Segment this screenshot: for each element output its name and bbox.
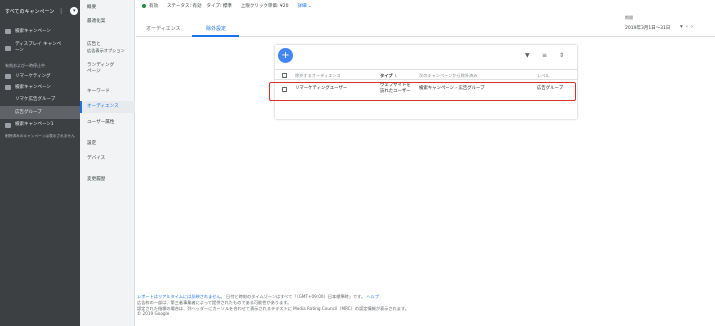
type-label: タイプ: 標準 [206, 3, 232, 9]
add-exclusion-button[interactable]: + [278, 48, 293, 63]
expand-icon[interactable]: ⇕ [559, 52, 564, 59]
nav-overview[interactable]: 概要 [80, 5, 135, 11]
more-vert-icon[interactable]: ⋮ [58, 8, 64, 15]
nav-recommendations[interactable]: 最適化案 [80, 19, 135, 25]
sidebar-item-label: 検索キャンペーン [15, 84, 51, 90]
page-footer: レポートはリアルタイムには反映されません。 日付と時刻のタイムゾーンはすべて「（… [137, 294, 697, 317]
sidebar-item-search-campaign-2[interactable]: 検索キャンペーン [0, 82, 80, 93]
filter-icon[interactable]: ▼ [525, 52, 530, 59]
nav-change-history[interactable]: 変更履歴 [80, 177, 135, 183]
sidebar-item-search-campaign-1[interactable]: 検索キャンペーン1 [0, 119, 80, 131]
select-all-checkbox[interactable] [282, 73, 287, 78]
status-label: ステータス: 有効 [167, 3, 202, 9]
sidebar-item-search-campaign[interactable]: 検索キャンペーン [0, 26, 80, 37]
details-link[interactable]: 詳細 ⌄ [297, 3, 311, 9]
status-bar: 有効 ステータス: 有効 タイプ: 標準 上限クリック単価: ¥20 詳細 ⌄ [136, 0, 715, 11]
row-highlight-box [269, 82, 576, 101]
tab-audience[interactable]: オーディエンス [146, 25, 181, 32]
col-level[interactable]: レベル [537, 73, 550, 79]
sidebar-item-label: 広告グループ [15, 109, 42, 115]
col-level-info[interactable]: 次のキャンペーンから除外済み [419, 73, 477, 79]
col-type[interactable]: タイプ ⇂ [380, 73, 398, 79]
bid-label: 上限クリック単価: ¥20 [240, 3, 289, 9]
page-nav: 概要 最適化案 広告と 広告表示オプション ランディング ページ キーワード オ… [80, 0, 135, 326]
help-link[interactable]: ヘルプ [366, 294, 379, 299]
sort-icon: ⇂ [394, 73, 398, 78]
period-label: 期間 [625, 15, 633, 20]
sidebar-item-remarketing[interactable]: リマーケティング [0, 71, 80, 82]
nav-audience[interactable]: オーディエンス [80, 101, 135, 113]
col-excluded-audience[interactable]: 除外するオーディエンス [295, 73, 341, 79]
all-campaigns-label: すべてのキャンペーン [5, 8, 55, 15]
sidebar-item-remarketing-adgroup[interactable]: リマケ広告グループ [0, 93, 80, 106]
search-campaign-icon [5, 29, 11, 34]
sidebar-item-label: 検索キャンペーン1 [15, 122, 54, 127]
sidebar-section-active: 有効および一時停止中 [5, 62, 45, 68]
table-header: 除外するオーディエンス タイプ ⇂ 次のキャンペーンから除外済み レベル [275, 69, 577, 80]
col-type-label: タイプ [380, 73, 393, 78]
sidebar-item-display-campaign[interactable]: ディスプレイ キャンペーン [0, 41, 80, 55]
status-dot-icon [142, 3, 146, 8]
campaign-icon [5, 74, 11, 79]
active-tab-indicator [192, 35, 239, 37]
next-period-icon[interactable]: › [691, 24, 696, 30]
copyright: © 2019 Google [137, 311, 170, 317]
realtime-note-link[interactable]: レポートはリアルタイムには反映されません。 [137, 294, 225, 299]
details-label: 詳細 [297, 3, 307, 9]
plus-icon: + [281, 50, 290, 61]
all-campaigns-header[interactable]: すべてのキャンペーン ⋮ ▾ [0, 0, 80, 22]
sidebar-item-label: リマケ広告グループ [15, 96, 56, 102]
tab-exclusion[interactable]: 除外設定 [206, 25, 226, 32]
display-campaign-icon [5, 45, 11, 51]
date-range-picker[interactable]: 2019年3月1日～31日 [625, 25, 670, 31]
campaign-sidebar: すべてのキャンペーン ⋮ ▾ 検索キャンペーン ディスプレイ キャンペーン 有効… [0, 0, 80, 326]
nav-landing-line2[interactable]: ページ [80, 69, 135, 75]
nav-keywords[interactable]: キーワード [80, 89, 135, 95]
status-value: 有効 [149, 3, 158, 9]
tab-strip: オーディエンス 除外設定 期間 2019年3月1日～31日 ▾‹› [136, 11, 715, 37]
sidebar-item-label: ディスプレイ キャンペーン [15, 42, 62, 53]
chevron-down-icon[interactable]: ▾ [70, 7, 79, 15]
nav-demographics[interactable]: ユーザー属性 [80, 120, 135, 126]
columns-icon[interactable]: ≡ [542, 52, 547, 59]
nav-settings[interactable]: 設定 [80, 141, 135, 147]
campaign-icon [5, 122, 11, 128]
nav-devices[interactable]: デバイス [80, 156, 135, 162]
timezone-note: 日付と時刻のタイムゾーンはすべて「（GMT+09:00）日本標準時」です。 [226, 294, 366, 299]
sidebar-item-label: 検索キャンペーン [15, 28, 51, 34]
date-nav: ▾‹› [680, 24, 696, 30]
sidebar-section-removed: 削除済みのキャンペーンは表示されません [5, 134, 75, 138]
campaign-icon [5, 85, 11, 90]
nav-ads-line2[interactable]: 広告表示オプション [80, 48, 135, 54]
chevron-down-icon: ⌄ [307, 3, 312, 9]
sidebar-item-adgroup[interactable]: 広告グループ [0, 106, 80, 119]
sidebar-item-label: リマーケティング [15, 73, 51, 79]
